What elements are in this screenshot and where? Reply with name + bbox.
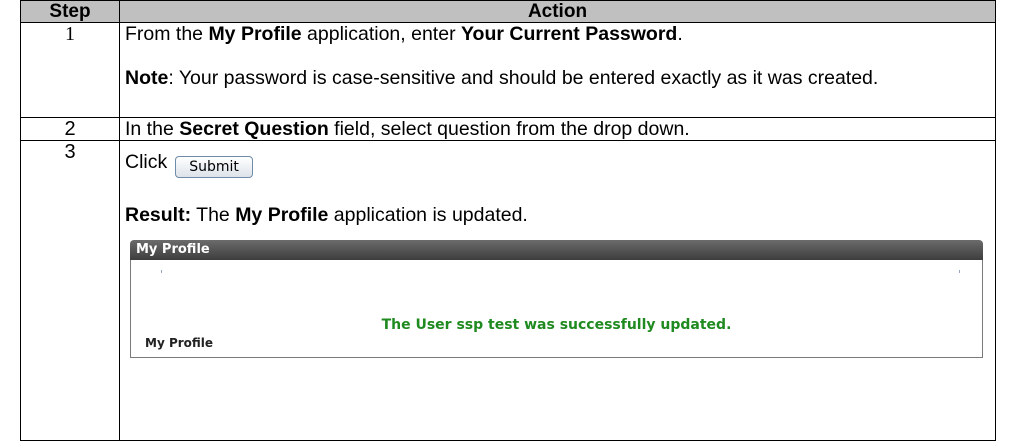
- table-row: 1 From the My Profile application, enter…: [20, 22, 996, 118]
- action-cell: From the My Profile application, enter Y…: [119, 22, 996, 118]
- profile-subheading: My Profile: [145, 336, 214, 350]
- corner-mark: [161, 270, 162, 273]
- step-number: 1: [20, 22, 120, 118]
- action-cell: In the Secret Question field, select que…: [119, 117, 996, 141]
- result-text: Result: The My Profile application is up…: [125, 204, 528, 226]
- action-cell: Click Submit Result: The My Profile appli…: [119, 140, 996, 441]
- submit-button[interactable]: Submit: [175, 156, 253, 178]
- instruction-text: In the Secret Question field, select que…: [125, 118, 690, 140]
- column-header-step: Step: [20, 0, 120, 23]
- note-text: Note: Your password is case-sensitive an…: [125, 67, 879, 89]
- step-number: 2: [20, 117, 120, 141]
- table-row: 3 Click Submit Result: The My Profile app…: [20, 140, 996, 441]
- profile-screenshot: My Profile The User ssp test was success…: [130, 240, 983, 358]
- instruction-text: From the My Profile application, enter Y…: [125, 23, 683, 45]
- table-header-row: Step Action: [20, 0, 996, 23]
- corner-mark: [959, 270, 960, 273]
- column-header-action: Action: [119, 0, 996, 23]
- table-row: 2 In the Secret Question field, select q…: [20, 117, 996, 141]
- success-message: The User ssp test was successfully updat…: [381, 317, 732, 333]
- profile-window-header: My Profile: [130, 240, 983, 260]
- procedure-table: Step Action 1 From the My Profile applic…: [20, 0, 996, 441]
- profile-window-body: The User ssp test was successfully updat…: [130, 260, 983, 358]
- step-number: 3: [20, 140, 120, 441]
- click-instruction: Click Submit: [125, 151, 989, 178]
